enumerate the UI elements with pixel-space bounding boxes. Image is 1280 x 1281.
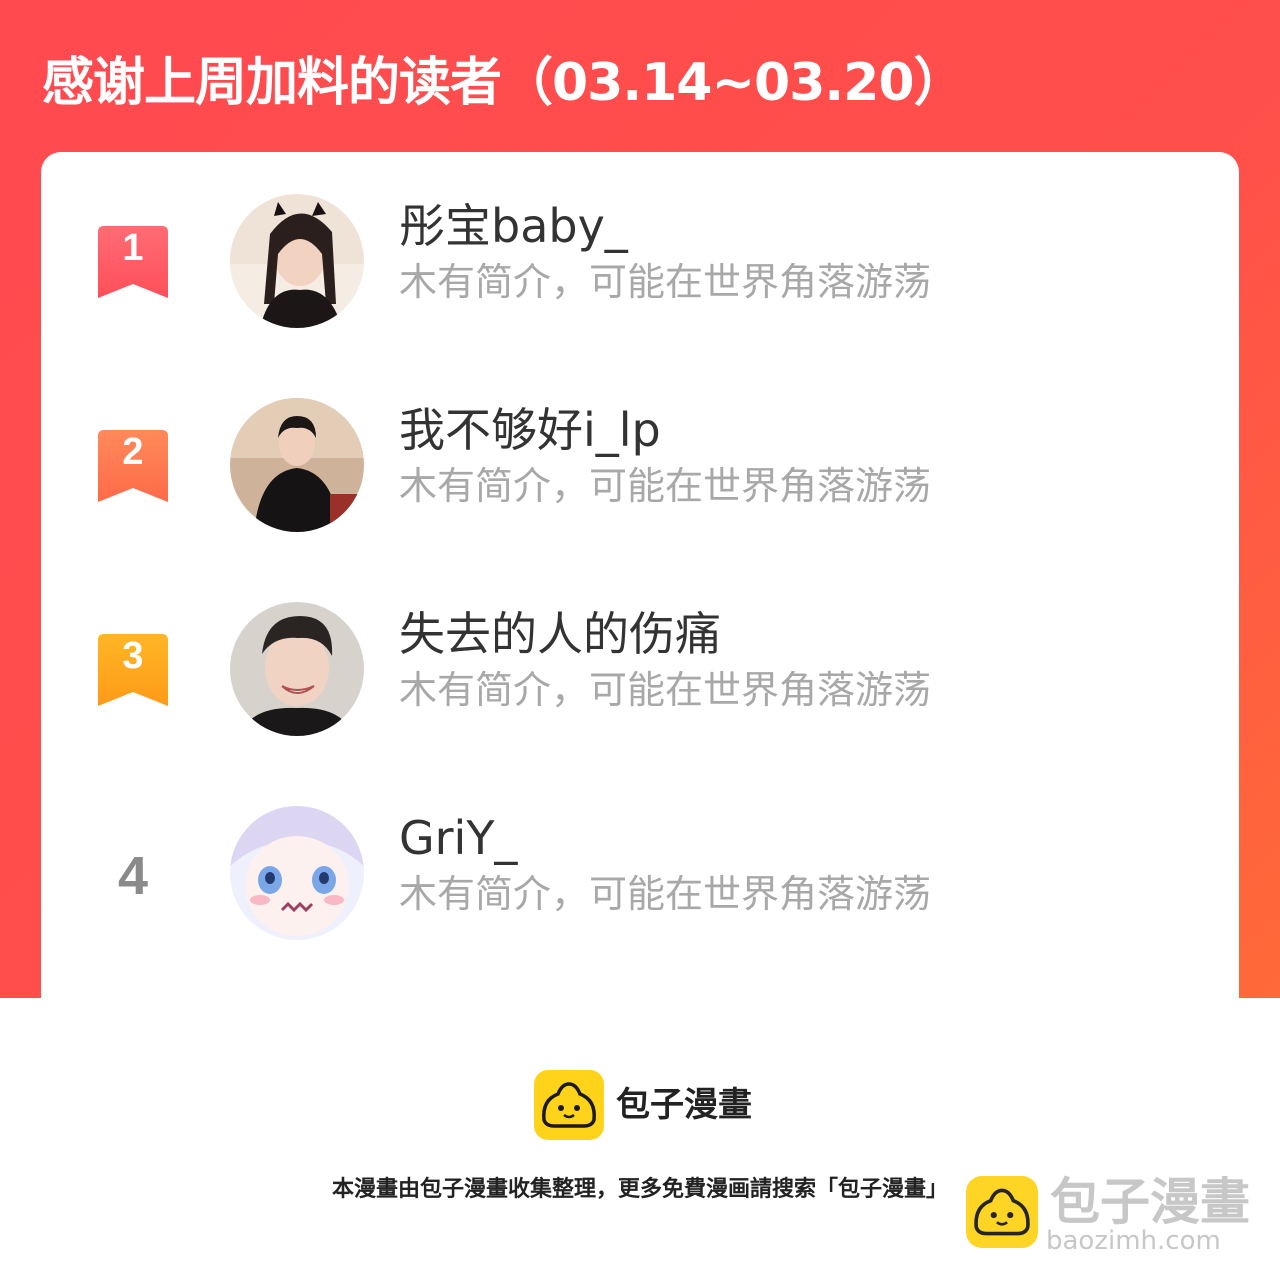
avatar[interactable]	[230, 398, 364, 532]
avatar[interactable]	[230, 602, 364, 736]
reader-name[interactable]: 我不够好i_lp	[399, 402, 661, 458]
watermark-url: baozimh.com	[1046, 1226, 1221, 1256]
reader-bio: 木有简介，可能在世界角落游荡	[399, 260, 932, 304]
rank-number: 2	[122, 431, 144, 473]
rank-number: 4	[117, 846, 149, 906]
rank-number: 3	[122, 635, 144, 677]
reader-bio: 木有简介，可能在世界角落游荡	[399, 668, 932, 712]
reader-list-card: 1 彤宝baby_ 木有简介，可能在世界角落游荡 2 我不够好i_lp 木有简介…	[41, 152, 1239, 998]
watermark: 包子漫畫 baozimh.com	[966, 1172, 1266, 1258]
page-title: 感谢上周加料的读者（03.14~03.20）	[42, 53, 966, 113]
list-item[interactable]: 4 GriY_ 木有简介，可能在世界角落游荡	[41, 802, 1239, 962]
rank-badge-icon: 1	[98, 226, 168, 298]
list-item[interactable]: 2 我不够好i_lp 木有简介，可能在世界角落游荡	[41, 394, 1239, 554]
reader-name[interactable]: GriY_	[399, 810, 517, 866]
list-item[interactable]: 3 失去的人的伤痛 木有简介，可能在世界角落游荡	[41, 598, 1239, 758]
watermark-title: 包子漫畫	[1050, 1173, 1250, 1231]
brand-name: 包子漫畫	[616, 1085, 752, 1125]
rank-number: 1	[122, 227, 144, 269]
reader-bio: 木有简介，可能在世界角落游荡	[399, 872, 932, 916]
bun-icon	[966, 1176, 1038, 1248]
reader-name[interactable]: 失去的人的伤痛	[399, 606, 721, 662]
rank-badge-icon: 3	[98, 634, 168, 706]
avatar[interactable]	[230, 194, 364, 328]
avatar[interactable]	[230, 806, 364, 940]
bun-icon	[534, 1070, 604, 1140]
rank-badge-icon: 2	[98, 430, 168, 502]
reader-bio: 木有简介，可能在世界角落游荡	[399, 464, 932, 508]
reader-name[interactable]: 彤宝baby_	[399, 198, 628, 254]
list-item[interactable]: 1 彤宝baby_ 木有简介，可能在世界角落游荡	[41, 190, 1239, 350]
